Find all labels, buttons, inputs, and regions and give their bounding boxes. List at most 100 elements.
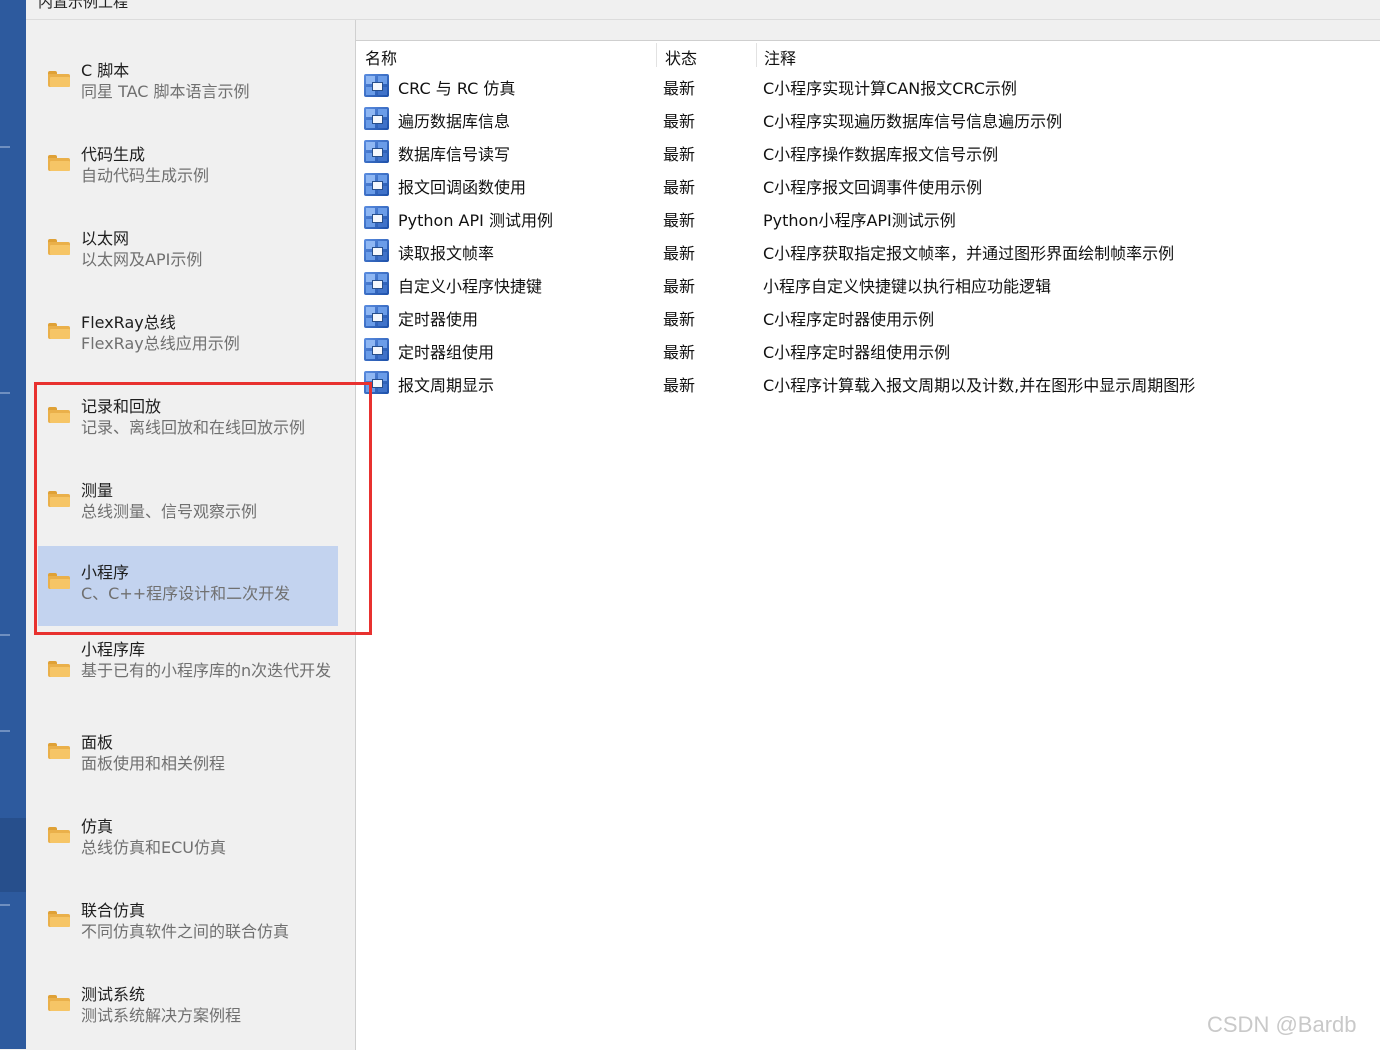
folder-icon bbox=[48, 71, 70, 87]
table-row[interactable]: Python API 测试用例 最新 Python小程序API测试示例 bbox=[356, 201, 1380, 234]
row-name: 报文回调函数使用 bbox=[398, 178, 527, 197]
category-title: 以太网 bbox=[81, 229, 130, 248]
row-status: 最新 bbox=[663, 145, 696, 164]
folder-icon bbox=[48, 323, 70, 339]
table-row[interactable]: 报文周期显示 最新 C小程序计算载入报文周期以及计数,并在图形中显示周期图形 bbox=[356, 366, 1380, 399]
background-app-strip bbox=[0, 0, 26, 1049]
strip-marker bbox=[0, 904, 10, 906]
row-status: 最新 bbox=[663, 211, 696, 230]
row-name: 读取报文帧率 bbox=[398, 244, 495, 263]
category-description: 不同仿真软件之间的联合仿真 bbox=[81, 922, 290, 941]
table-row[interactable]: 读取报文帧率 最新 C小程序获取指定报文帧率，并通过图形界面绘制帧率示例 bbox=[356, 234, 1380, 267]
row-status: 最新 bbox=[663, 79, 696, 98]
folder-icon bbox=[48, 827, 70, 843]
project-icon bbox=[364, 74, 389, 97]
project-icon bbox=[364, 272, 389, 295]
category-description: 总线仿真和ECU仿真 bbox=[81, 838, 226, 857]
category-title: 仿真 bbox=[81, 817, 114, 836]
row-name: 遍历数据库信息 bbox=[398, 112, 511, 131]
column-separator[interactable] bbox=[756, 43, 757, 67]
category-title: 代码生成 bbox=[81, 145, 146, 164]
row-status: 最新 bbox=[663, 277, 696, 296]
strip-marker bbox=[0, 146, 10, 148]
category-description: 测试系统解决方案例程 bbox=[81, 1006, 242, 1025]
table-row[interactable]: CRC 与 RC 仿真 最新 C小程序实现计算CAN报文CRC示例 bbox=[356, 69, 1380, 102]
row-name: CRC 与 RC 仿真 bbox=[398, 79, 516, 98]
category-title: FlexRay总线 bbox=[81, 313, 176, 332]
category-item-flexray[interactable]: FlexRay总线 FlexRay总线应用示例 bbox=[38, 296, 338, 376]
row-note: 小程序自定义快捷键以执行相应功能逻辑 bbox=[763, 277, 1052, 296]
row-status: 最新 bbox=[663, 310, 696, 329]
project-icon bbox=[364, 140, 389, 163]
strip-marker bbox=[0, 634, 10, 636]
category-description: 同星 TAC 脚本语言示例 bbox=[81, 82, 250, 101]
strip-marker bbox=[0, 730, 10, 732]
row-note: C小程序操作数据库报文信号示例 bbox=[763, 145, 999, 164]
table-row[interactable]: 数据库信号读写 最新 C小程序操作数据库报文信号示例 bbox=[356, 135, 1380, 168]
category-item-c-script[interactable]: C 脚本 同星 TAC 脚本语言示例 bbox=[38, 44, 338, 124]
row-note: C小程序计算载入报文周期以及计数,并在图形中显示周期图形 bbox=[763, 376, 1196, 395]
table-row[interactable]: 报文回调函数使用 最新 C小程序报文回调事件使用示例 bbox=[356, 168, 1380, 201]
example-list: 名称 状态 注释 CRC 与 RC 仿真 最新 C小程序实现计算CAN报文CRC… bbox=[355, 40, 1380, 1050]
table-row[interactable]: 自定义小程序快捷键 最新 小程序自定义快捷键以执行相应功能逻辑 bbox=[356, 267, 1380, 300]
row-status: 最新 bbox=[663, 112, 696, 131]
folder-icon bbox=[48, 911, 70, 927]
row-note: C小程序定时器组使用示例 bbox=[763, 343, 951, 362]
watermark: CSDN @Bardb bbox=[1207, 1012, 1357, 1037]
row-note: C小程序获取指定报文帧率，并通过图形界面绘制帧率示例 bbox=[763, 244, 1175, 263]
row-note: Python小程序API测试示例 bbox=[763, 211, 956, 230]
dialog-title: 内置示例工程 bbox=[38, 0, 129, 11]
category-title: 面板 bbox=[81, 733, 114, 752]
project-icon bbox=[364, 305, 389, 328]
category-description: 基于已有的小程序库的n次迭代开发 bbox=[81, 661, 332, 680]
column-separator[interactable] bbox=[656, 43, 657, 67]
row-status: 最新 bbox=[663, 178, 696, 197]
column-header-status[interactable]: 状态 bbox=[665, 45, 697, 69]
category-title: C 脚本 bbox=[81, 61, 130, 80]
row-status: 最新 bbox=[663, 376, 696, 395]
folder-icon bbox=[48, 995, 70, 1011]
annotation-highlight-box bbox=[34, 382, 372, 635]
project-icon bbox=[364, 173, 389, 196]
row-note: C小程序实现计算CAN报文CRC示例 bbox=[763, 79, 1017, 98]
table-row[interactable]: 遍历数据库信息 最新 C小程序实现遍历数据库信号信息遍历示例 bbox=[356, 102, 1380, 135]
row-name: 自定义小程序快捷键 bbox=[398, 277, 543, 296]
folder-icon bbox=[48, 661, 70, 677]
category-item-test-system[interactable]: 测试系统 测试系统解决方案例程 bbox=[38, 968, 338, 1048]
folder-icon bbox=[48, 239, 70, 255]
folder-icon bbox=[48, 743, 70, 759]
table-row[interactable]: 定时器使用 最新 C小程序定时器使用示例 bbox=[356, 300, 1380, 333]
project-icon bbox=[364, 206, 389, 229]
folder-icon bbox=[48, 155, 70, 171]
category-item-panel[interactable]: 面板 面板使用和相关例程 bbox=[38, 716, 338, 796]
row-name: 定时器使用 bbox=[398, 310, 479, 329]
category-description: 以太网及API示例 bbox=[81, 250, 203, 269]
category-description: 面板使用和相关例程 bbox=[81, 754, 226, 773]
category-description: FlexRay总线应用示例 bbox=[81, 334, 240, 353]
table-row[interactable]: 定时器组使用 最新 C小程序定时器组使用示例 bbox=[356, 333, 1380, 366]
background-app-segment bbox=[0, 818, 26, 892]
row-name: 数据库信号读写 bbox=[398, 145, 511, 164]
category-item-ethernet[interactable]: 以太网 以太网及API示例 bbox=[38, 212, 338, 292]
row-name: 报文周期显示 bbox=[398, 376, 495, 395]
category-title: 测试系统 bbox=[81, 985, 146, 1004]
category-item-mini-program-library[interactable]: 小程序库 基于已有的小程序库的n次迭代开发 bbox=[38, 623, 338, 707]
row-name: Python API 测试用例 bbox=[398, 211, 553, 230]
column-header-name[interactable]: 名称 bbox=[365, 45, 397, 69]
category-item-code-generation[interactable]: 代码生成 自动代码生成示例 bbox=[38, 128, 338, 208]
column-header-note[interactable]: 注释 bbox=[764, 45, 796, 69]
category-title: 联合仿真 bbox=[81, 901, 146, 920]
strip-marker bbox=[0, 392, 10, 394]
row-note: C小程序报文回调事件使用示例 bbox=[763, 178, 983, 197]
row-status: 最新 bbox=[663, 343, 696, 362]
category-item-co-simulation[interactable]: 联合仿真 不同仿真软件之间的联合仿真 bbox=[38, 884, 338, 964]
row-note: C小程序定时器使用示例 bbox=[763, 310, 935, 329]
category-description: 自动代码生成示例 bbox=[81, 166, 210, 185]
category-title: 小程序库 bbox=[81, 640, 146, 659]
project-icon bbox=[364, 338, 389, 361]
row-name: 定时器组使用 bbox=[398, 343, 495, 362]
category-item-simulation[interactable]: 仿真 总线仿真和ECU仿真 bbox=[38, 800, 338, 880]
project-icon bbox=[364, 239, 389, 262]
project-icon bbox=[364, 107, 389, 130]
row-note: C小程序实现遍历数据库信号信息遍历示例 bbox=[763, 112, 1063, 131]
